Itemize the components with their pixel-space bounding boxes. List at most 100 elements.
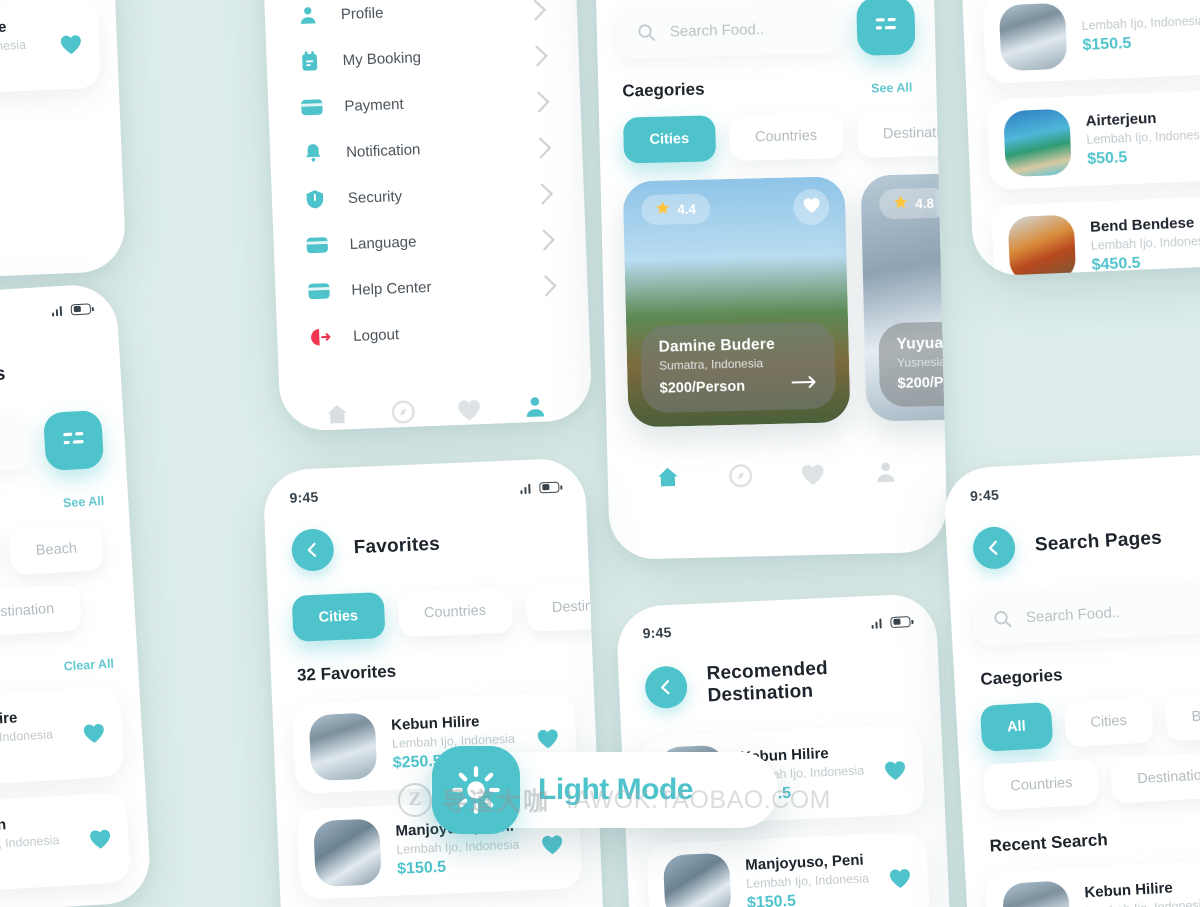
heart-icon[interactable] — [456, 396, 483, 428]
chip-all[interactable]: All — [979, 701, 1053, 752]
signal-icon — [871, 617, 882, 629]
back-button[interactable] — [644, 665, 689, 710]
back-button[interactable] — [290, 528, 335, 572]
tab-cities[interactable]: Cities — [291, 592, 386, 642]
search-bar[interactable]: Search Food.. — [0, 417, 33, 482]
heart-icon[interactable] — [888, 866, 913, 889]
destination-name: Kebun Hilire — [1083, 879, 1174, 902]
heart-icon[interactable] — [535, 727, 560, 750]
phone-search-left: 9:45 Search Pages Search Food.. — [0, 282, 153, 907]
destination-name: Manjoyuso, Peni — [744, 851, 864, 874]
sidebar-item-label: Payment — [344, 95, 404, 115]
chip-cities[interactable]: Cities — [1063, 696, 1154, 748]
home-icon[interactable] — [655, 464, 682, 496]
settings-menu-list: Profile My Booking Payment Notification … — [255, 0, 590, 362]
destination-location: Lembah Ijo, Indonesia — [1086, 127, 1200, 147]
filter-button[interactable] — [856, 0, 916, 56]
home-icon[interactable] — [324, 401, 351, 432]
logout-icon — [307, 324, 334, 351]
signal-icon — [519, 482, 531, 494]
sidebar-item-label: Language — [349, 232, 417, 253]
featured-info: Yuyuanta Yusnesia, Indonesia $200/Person — [878, 318, 948, 408]
heart-icon[interactable] — [540, 833, 565, 856]
star-icon — [893, 195, 908, 213]
compass-icon[interactable] — [727, 462, 754, 494]
tab-countries[interactable]: Countries — [728, 112, 844, 161]
list-item[interactable]: Airterjeun Lembah Ijo, Indonesia $50.5 — [0, 792, 131, 900]
list-item[interactable]: Lembah Ijo, Indonesia $150.5 — [982, 0, 1200, 84]
phone-top-right: Lembah Ijo, Indonesia $150.5 Airterjeun … — [950, 0, 1200, 277]
search-input[interactable]: Search Food.. — [1026, 603, 1121, 625]
chip-beach[interactable]: Beach — [1164, 690, 1200, 742]
destination-name: Damine Budere — [658, 335, 776, 356]
heart-icon — [801, 195, 821, 218]
phone-favorites: 9:45 Favorites Cities Countries Destinat… — [262, 457, 608, 907]
screen-header: Search Pages — [0, 339, 122, 408]
profile-icon[interactable] — [522, 393, 549, 425]
heart-icon[interactable] — [59, 33, 84, 56]
search-bar[interactable]: Search Food.. — [971, 578, 1200, 647]
destination-price: $200/Person — [897, 373, 948, 392]
destination-thumbnail — [1007, 214, 1077, 277]
profile-icon[interactable] — [872, 459, 899, 491]
tab-cities[interactable]: Cities — [623, 115, 716, 164]
search-bar[interactable]: Search Food.. — [616, 1, 844, 59]
heart-icon[interactable] — [800, 461, 827, 493]
chevron-right-icon — [536, 91, 551, 113]
sidebar-item-label: Help Center — [351, 278, 432, 299]
bottom-navigation — [607, 442, 947, 523]
card-icon — [298, 94, 325, 121]
filter-button[interactable] — [42, 409, 105, 472]
destination-location: Yusnesia, Indonesia — [896, 353, 948, 370]
chevron-right-icon — [543, 275, 558, 297]
sidebar-item-label: Profile — [340, 4, 384, 23]
list-item[interactable]: Manjoyuso, Peni Lembah Ijo, Indonesia $1… — [646, 831, 931, 907]
chip-beach[interactable]: Beach — [8, 524, 105, 576]
destination-location: Sumatra, Indonesia — [658, 356, 764, 373]
compass-icon[interactable] — [390, 399, 417, 431]
card-icon — [305, 278, 332, 305]
list-item[interactable]: Bend Bendese Lembah Ijo, Indonesia $450.… — [991, 193, 1200, 277]
arrow-right-icon[interactable] — [791, 375, 817, 395]
sidebar-item-label: My Booking — [342, 48, 422, 69]
destination-price: $150.5 — [396, 858, 447, 878]
mockup-stage: Bend Bendese Lembah Ijo, Indonesia $450.… — [0, 0, 1200, 907]
featured-card[interactable]: 4.8 Yuyuanta Yusnesia, Indonesia $200/Pe… — [860, 170, 948, 422]
list-item[interactable]: Kebun Hilire Lembah Ijo, Indonesia $250.… — [0, 686, 125, 794]
list-item[interactable]: Kebun Hilire Lembah Ijo, Indonesia $250.… — [985, 856, 1200, 907]
destination-thumbnail — [313, 818, 382, 888]
featured-card[interactable]: 4.4 Damine Budere Sumatra, Indonesia $20… — [622, 176, 851, 428]
light-mode-label: Light Mode — [538, 773, 693, 806]
search-input[interactable]: Search Food.. — [670, 21, 765, 40]
light-mode-badge[interactable]: Light Mode — [430, 746, 778, 834]
destination-location: Lembah Ijo, Indonesia — [745, 871, 870, 891]
status-time: 9:45 — [969, 486, 1000, 505]
see-all-link[interactable]: See All — [871, 80, 913, 95]
status-bar: 9:45 — [262, 458, 585, 506]
chevron-right-icon — [541, 229, 556, 251]
see-all-link[interactable]: See All — [63, 494, 105, 510]
featured-info: Damine Budere Sumatra, Indonesia $200/Pe… — [640, 321, 837, 414]
clear-all-link[interactable]: Clear All — [63, 657, 114, 674]
status-time: 9:45 — [642, 623, 672, 642]
tab-countries[interactable]: Countries — [397, 586, 513, 638]
list-item[interactable]: Airterjeun Lembah Ijo, Indonesia $50.5 — [986, 87, 1200, 190]
battery-icon — [539, 481, 560, 493]
heart-icon[interactable] — [883, 758, 908, 781]
featured-carousel: 4.4 Damine Budere Sumatra, Indonesia $20… — [601, 170, 948, 428]
chevron-right-icon — [538, 137, 553, 159]
destination-location: Lembah Ijo, Indonesia — [1090, 233, 1200, 253]
back-button[interactable] — [971, 525, 1017, 571]
destination-thumbnail — [662, 852, 732, 907]
heart-icon[interactable] — [88, 827, 113, 850]
destination-thumbnail — [998, 2, 1068, 72]
tab-destination[interactable]: Destination — [856, 108, 948, 158]
tab-destination[interactable]: Destination — [525, 580, 608, 633]
page-title: Favorites — [353, 533, 441, 559]
heart-icon[interactable] — [81, 721, 106, 744]
chip-destination[interactable]: Destination — [0, 584, 82, 638]
list-item[interactable]: Bend Bendese Lembah Ijo, Indonesia $450.… — [0, 0, 101, 101]
chip-countries[interactable]: Countries — [983, 758, 1100, 811]
filter-icon — [61, 428, 86, 452]
chip-destination[interactable]: Destination — [1110, 750, 1200, 804]
